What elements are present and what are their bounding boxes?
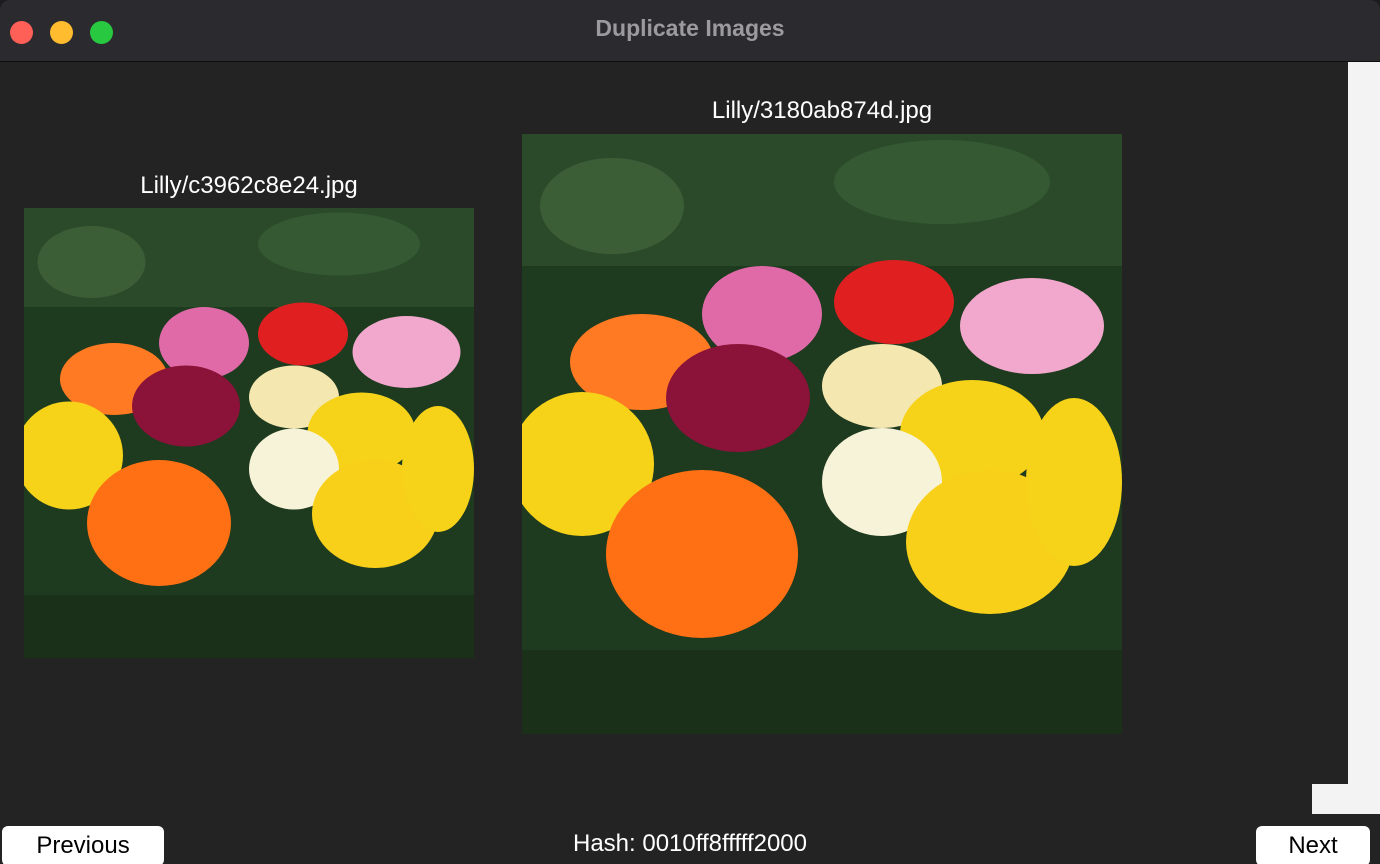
- left-image: [24, 208, 474, 658]
- duplicate-images-window: Duplicate Images Lilly/c3962c8e24.jpg Li…: [0, 0, 1380, 864]
- window-title: Duplicate Images: [595, 15, 785, 41]
- left-image-caption: Lilly/c3962c8e24.jpg: [140, 172, 358, 199]
- next-button[interactable]: Next: [1256, 826, 1370, 864]
- vertical-scrollbar[interactable]: [1348, 62, 1380, 814]
- right-image-caption: Lilly/3180ab874d.jpg: [711, 97, 933, 124]
- hash-label: Hash: 0010ff8fffff2000: [573, 830, 807, 857]
- scrollbar-corner: [1312, 784, 1348, 814]
- window-titlebar[interactable]: Duplicate Images: [0, 0, 1380, 62]
- previous-button[interactable]: Previous: [2, 826, 164, 864]
- right-image: [522, 134, 1122, 734]
